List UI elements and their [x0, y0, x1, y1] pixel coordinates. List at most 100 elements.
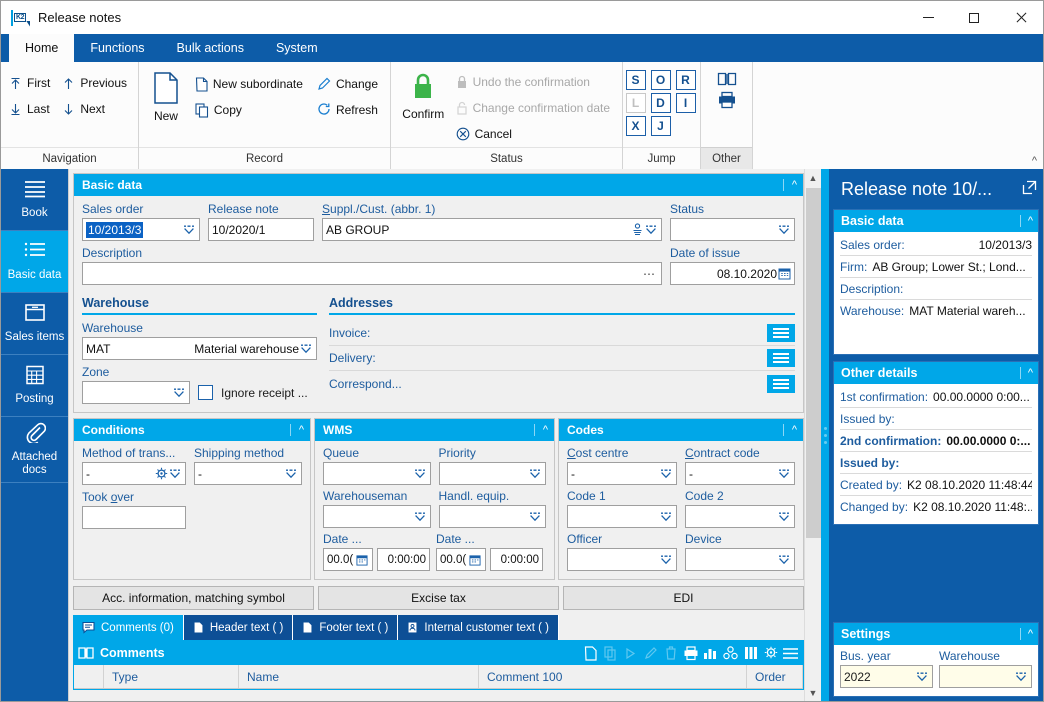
print-icon[interactable]	[682, 645, 699, 662]
jump-button-x[interactable]: X	[625, 116, 646, 136]
chevron-down-icon[interactable]	[659, 549, 673, 570]
tab-internal-customer-text[interactable]: Internal customer text ( )	[398, 615, 560, 640]
chevron-down-icon[interactable]	[168, 463, 182, 484]
grid-column-type[interactable]: Type	[104, 665, 239, 688]
chart-icon[interactable]	[702, 645, 719, 662]
tab-bulk-actions[interactable]: Bulk actions	[161, 34, 260, 62]
refresh-button[interactable]: Refresh	[315, 97, 384, 123]
chevron-up-icon[interactable]: ^	[1019, 215, 1033, 227]
open-external-icon[interactable]	[1022, 180, 1037, 198]
printer-icon[interactable]	[717, 91, 737, 109]
list-button-icon[interactable]	[767, 349, 795, 367]
contacts-icon[interactable]	[630, 219, 644, 240]
chevron-down-icon[interactable]	[299, 338, 313, 359]
list-button-icon[interactable]	[767, 324, 795, 342]
chevron-up-icon[interactable]: ^	[533, 424, 548, 436]
chevron-down-icon[interactable]	[1014, 666, 1028, 687]
queue-input[interactable]	[323, 462, 431, 485]
list-button-icon[interactable]	[767, 374, 795, 393]
tab-comments[interactable]: Comments (0)	[73, 615, 184, 640]
close-icon[interactable]	[997, 1, 1043, 34]
device-input[interactable]	[685, 548, 795, 571]
change-confirmation-date-button[interactable]: Change confirmation date	[454, 95, 616, 121]
chevron-down-icon[interactable]	[528, 463, 542, 484]
settings-warehouse-input[interactable]	[939, 665, 1032, 688]
wms-time2-input[interactable]: 0:00:00	[490, 548, 543, 571]
officer-input[interactable]	[567, 548, 677, 571]
code2-input[interactable]	[685, 505, 795, 528]
warehouse-input[interactable]: MAT Material warehouse	[82, 337, 317, 360]
jump-button-r[interactable]: R	[675, 70, 696, 90]
jump-button-l[interactable]: L	[625, 93, 646, 113]
scrollbar-thumb[interactable]	[805, 188, 821, 538]
chevron-up-icon[interactable]: ^	[782, 179, 797, 191]
cost-centre-input[interactable]: -	[567, 462, 677, 485]
chevron-up-icon[interactable]: ^	[782, 424, 797, 436]
jump-button-j[interactable]: J	[650, 116, 671, 136]
handling-equipment-input[interactable]	[438, 505, 546, 528]
scrollbar-track[interactable]	[805, 186, 822, 684]
maximize-icon[interactable]	[951, 1, 997, 34]
wms-date1-input[interactable]: 00.0(	[323, 548, 373, 571]
chevron-down-icon[interactable]	[413, 506, 427, 527]
gear-icon[interactable]	[154, 463, 168, 484]
menu-icon[interactable]	[782, 645, 799, 662]
bus-year-input[interactable]: 2022	[840, 665, 933, 688]
chevron-up-icon[interactable]: ^	[1032, 155, 1037, 167]
sidebar-item-book[interactable]: Book	[1, 169, 68, 231]
settings-icon[interactable]	[762, 645, 779, 662]
cancel-button[interactable]: Cancel	[454, 121, 616, 147]
undo-confirmation-button[interactable]: Undo the confirmation	[454, 69, 616, 95]
grid-column-name[interactable]: Name	[239, 665, 479, 688]
nav-first-button[interactable]: First	[7, 70, 56, 96]
date-of-issue-input[interactable]: 08.10.2020	[670, 262, 795, 285]
tab-system[interactable]: System	[260, 34, 334, 62]
shipping-method-input[interactable]: -	[194, 462, 302, 485]
grid-column-order[interactable]: Order	[747, 665, 803, 688]
calendar-icon[interactable]	[777, 263, 791, 284]
method-of-transport-input[interactable]: -	[82, 462, 186, 485]
acc-information-button[interactable]: Acc. information, matching symbol	[73, 586, 314, 610]
chevron-up-icon[interactable]: ^	[289, 424, 304, 436]
chevron-up-icon[interactable]: ^	[1019, 628, 1033, 640]
supplier-input[interactable]: AB GROUP	[322, 218, 662, 241]
chevron-down-icon[interactable]	[528, 506, 542, 527]
chevron-down-icon[interactable]	[777, 549, 791, 570]
code1-input[interactable]	[567, 505, 677, 528]
chevron-down-icon[interactable]	[777, 219, 791, 240]
tab-footer-text[interactable]: Footer text ( )	[293, 615, 399, 640]
chevron-down-icon[interactable]	[659, 463, 673, 484]
contract-code-input[interactable]: -	[685, 462, 795, 485]
jump-button-o[interactable]: O	[650, 70, 671, 90]
sales-order-input[interactable]: 10/2013/3	[82, 218, 200, 241]
sidebar-item-basic-data[interactable]: Basic data	[1, 231, 68, 293]
warehouseman-input[interactable]	[323, 505, 431, 528]
chevron-down-icon[interactable]	[172, 382, 186, 403]
excise-tax-button[interactable]: Excise tax	[318, 586, 559, 610]
chevron-down-icon[interactable]	[644, 219, 658, 240]
group-icon[interactable]	[722, 645, 739, 662]
chevron-down-icon[interactable]	[777, 463, 791, 484]
chevron-down-icon[interactable]	[659, 506, 673, 527]
chevron-down-icon[interactable]	[182, 219, 196, 240]
pane-splitter[interactable]	[821, 169, 829, 701]
tab-header-text[interactable]: Header text ( )	[183, 615, 294, 640]
took-over-input[interactable]	[82, 506, 186, 529]
sidebar-item-attached-docs[interactable]: Attached docs	[1, 417, 68, 483]
description-input[interactable]: ⋯	[82, 262, 662, 285]
chevron-down-icon[interactable]	[413, 463, 427, 484]
content-scrollbar[interactable]: ▲ ▼	[804, 169, 821, 701]
grid-column-comment-100[interactable]: Comment 100	[479, 665, 747, 688]
new-subordinate-button[interactable]: New subordinate	[193, 71, 309, 97]
nav-previous-button[interactable]: Previous	[60, 70, 133, 96]
new-button[interactable]: New	[145, 67, 187, 123]
copy-button[interactable]: Copy	[193, 97, 309, 123]
calendar-icon[interactable]	[355, 549, 369, 570]
jump-button-i[interactable]: I	[675, 93, 696, 113]
wms-time1-input[interactable]: 0:00:00	[377, 548, 430, 571]
book-icon[interactable]	[717, 71, 737, 87]
minimize-icon[interactable]	[905, 1, 951, 34]
chevron-down-icon[interactable]	[284, 463, 298, 484]
new-record-icon[interactable]	[582, 645, 599, 662]
change-button[interactable]: Change	[315, 71, 384, 97]
